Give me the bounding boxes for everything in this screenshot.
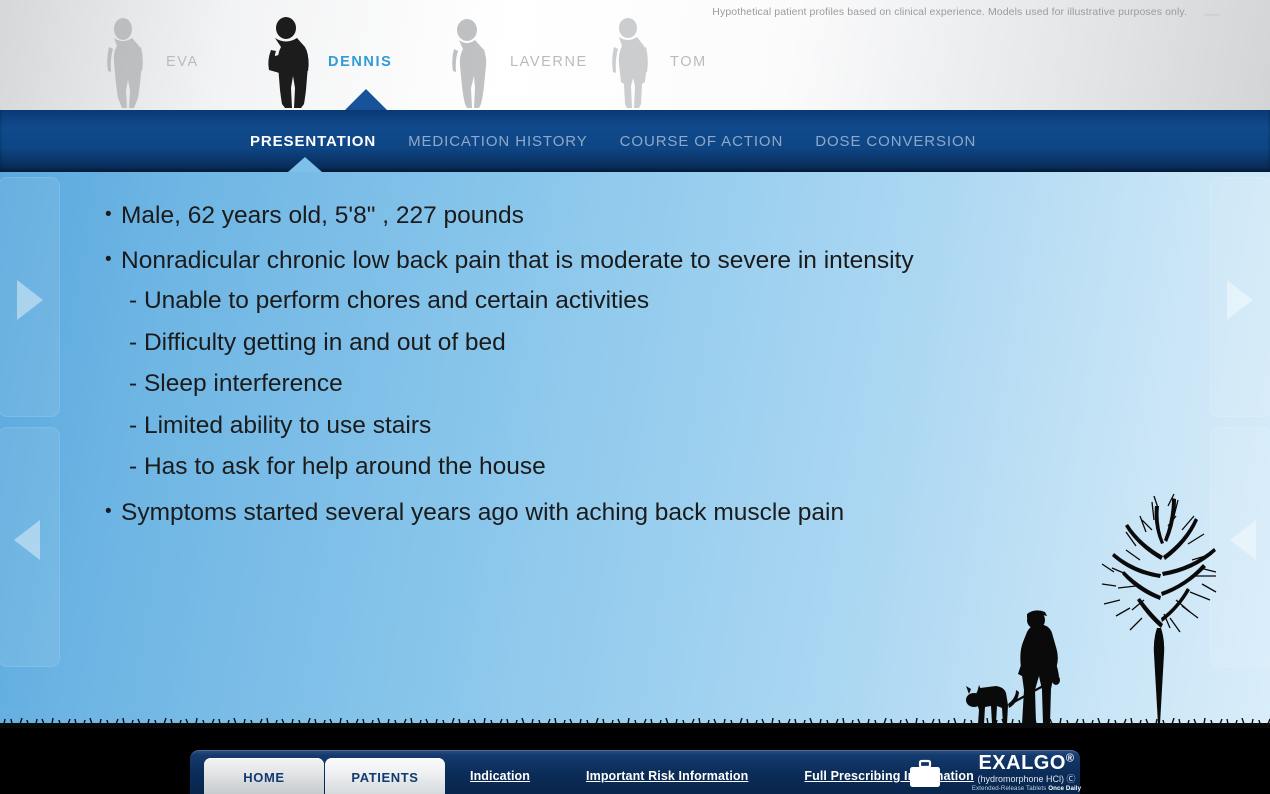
sub-bullet-item: - Unable to perform chores and certain a… (129, 287, 650, 314)
arrow-right-icon[interactable] (17, 280, 43, 320)
patient-label: LAVERNE (510, 54, 588, 70)
tab-medication-history[interactable]: MEDICATION HISTORY (406, 129, 590, 154)
nav-tab-list: PRESENTATION MEDICATION HISTORY COURSE O… (248, 110, 978, 172)
logo-tagline-1: Extended-Release Tablets (971, 785, 1047, 792)
link-indication[interactable]: Indication (470, 769, 530, 783)
exalgo-logo: EXALGO® (hydromorphone HCl) Ⓒ Extended-R… (969, 753, 1084, 793)
logo-name-text: EXALGO (978, 752, 1066, 774)
bullet-marker: • (105, 248, 112, 270)
bullet-marker: • (105, 204, 112, 225)
arrow-left-icon[interactable] (14, 520, 40, 560)
link-important-risk-information[interactable]: Important Risk Information (586, 769, 748, 783)
man-walking-dog-illustration (966, 493, 1217, 724)
sub-bullet-item: - Difficulty getting in and out of bed (129, 328, 506, 356)
arrow-right-icon[interactable] (1227, 280, 1253, 320)
selected-patient-pointer (344, 89, 388, 110)
sub-bullet-item: - Limited ability to use stairs (129, 411, 432, 439)
patient-tab-eva[interactable]: EVA (96, 14, 199, 110)
patient-label: TOM (670, 54, 707, 70)
tab-presentation[interactable]: PRESENTATION (248, 129, 378, 154)
briefcase-icon[interactable] (908, 759, 942, 789)
tab-dose-conversion[interactable]: DOSE CONVERSION (813, 129, 978, 154)
logo-generic-name: (hydromorphone HCl) Ⓒ (977, 774, 1076, 784)
link-full-prescribing-information[interactable]: Full Prescribing Information (804, 769, 973, 783)
patient-label: EVA (166, 54, 199, 70)
main-navigation-bar: PRESENTATION MEDICATION HISTORY COURSE O… (0, 110, 1270, 172)
logo-tagline-2: Once Daily (1048, 785, 1082, 792)
footer-tab-home[interactable]: HOME (204, 758, 324, 794)
sub-bullet-item: - Sleep interference (129, 370, 343, 397)
bullet-group: • Nonradicular chronic low back pain tha… (105, 246, 1085, 480)
tab-course-of-action[interactable]: COURSE OF ACTION (618, 129, 786, 154)
bullet-text: Nonradicular chronic low back pain that … (121, 246, 914, 274)
patient-silhouette-icon (600, 16, 658, 108)
patient-tab-laverne[interactable]: LAVERNE (440, 14, 588, 110)
logo-registered-mark: ® (1065, 752, 1075, 765)
patient-tab-tom[interactable]: TOM (600, 14, 707, 110)
logo-tagline: Extended-Release Tablets Once Daily (969, 785, 1084, 792)
footer-link-list: Indication Important Risk Information Fu… (470, 764, 974, 788)
patient-silhouette-icon (96, 16, 154, 108)
app-header: Hypothetical patient profiles based on c… (0, 0, 1270, 110)
patient-silhouette-icon (440, 16, 498, 108)
content-area: • Male, 62 years old, 5'8" , 227 pounds … (0, 172, 1270, 728)
patient-label: DENNIS (328, 54, 393, 70)
patient-selector: EVA DENNIS LAVERNE TOM (0, 14, 1270, 110)
logo-brand-name: EXALGO® (969, 753, 1084, 773)
bullet-marker: • (105, 500, 112, 522)
grass-silhouette (0, 718, 1270, 728)
patient-silhouette-icon (258, 16, 316, 108)
footer-tab-patients[interactable]: PATIENTS (325, 758, 445, 794)
footer-bar: HOME PATIENTS Indication Important Risk … (190, 750, 1081, 794)
bullet-text: Male, 62 years old, 5'8" , 227 pounds (121, 202, 524, 229)
active-tab-pointer (288, 157, 322, 172)
bullet-item: • Male, 62 years old, 5'8" , 227 pounds (105, 202, 1085, 229)
bullet-item: • Nonradicular chronic low back pain tha… (105, 246, 1085, 274)
bullet-text: Symptoms started several years ago with … (121, 498, 845, 526)
